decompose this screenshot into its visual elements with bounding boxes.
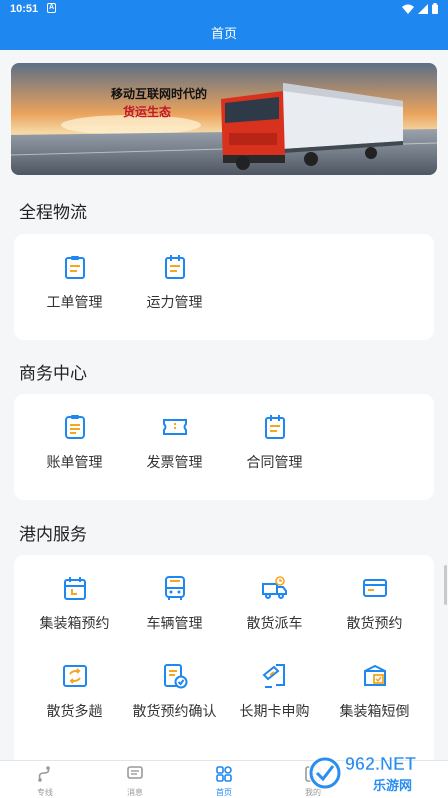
grid-item-work-order[interactable]: 工单管理 — [22, 254, 127, 324]
business-card: 账单管理 发票管理 合同管理 — [14, 394, 434, 500]
nav-item-messages[interactable]: 消息 — [90, 761, 180, 798]
status-time: 10:51 — [10, 3, 39, 15]
wifi-icon — [402, 4, 414, 14]
banner-headline: 移动互联网时代的 — [111, 87, 208, 101]
grid-item-bulk-booking-confirm[interactable]: 散货预约确认 — [122, 663, 227, 733]
grid-item-label: 集装箱预约 — [39, 615, 110, 631]
grid-item-label: 散货多趟 — [46, 703, 103, 719]
grid-home-icon — [216, 766, 232, 782]
app-header: 首页 — [0, 18, 448, 50]
nav-label: 专线 — [37, 788, 53, 797]
route-icon — [38, 766, 50, 782]
status-bar: 10:51 A — [0, 0, 448, 18]
grid-item-invoice[interactable]: 发票管理 — [122, 414, 227, 484]
grid-item-label: 长期卡申购 — [239, 703, 310, 719]
invoice-ticket-icon — [163, 419, 187, 435]
section-title-business: 商务中心 — [19, 364, 87, 383]
grid-item-label: 工单管理 — [46, 294, 103, 310]
truck-clock-icon — [262, 576, 287, 599]
grid-item-contract[interactable]: 合同管理 — [222, 414, 327, 484]
promo-banner[interactable]: 移动互联网时代的 货运生态 — [11, 63, 437, 175]
grid-item-capacity[interactable]: 运力管理 — [122, 254, 227, 324]
bill-icon — [65, 415, 85, 439]
notepad-icon — [165, 255, 185, 279]
logistics-card: 工单管理 运力管理 — [14, 234, 434, 340]
grid-item-bulk-booking[interactable]: 散货预约 — [322, 575, 427, 645]
nav-item-home[interactable]: 首页 — [179, 761, 269, 798]
port-services-card: 集装箱预约 车辆管理 散货派车 散货预约 散货多趟 散货预约确认 长期卡申购 集… — [14, 555, 434, 770]
clipboard-icon — [65, 256, 85, 279]
nav-label: 消息 — [127, 788, 143, 797]
grid-item-label: 车辆管理 — [146, 615, 203, 631]
battery-icon — [432, 3, 438, 14]
grid-item-label: 散货预约 — [346, 615, 403, 631]
grid-item-container-short-haul[interactable]: 集装箱短倒 — [322, 663, 427, 733]
grid-item-label: 发票管理 — [146, 454, 203, 470]
grid-item-long-term-card[interactable]: 长期卡申购 — [222, 663, 327, 733]
container-transfer-icon — [364, 664, 386, 686]
banner-subheadline: 货运生态 — [123, 105, 172, 119]
svg-text:962.NET: 962.NET — [345, 754, 416, 774]
watermark-logo: 962.NET 乐游网 — [308, 754, 416, 794]
grid-item-container-booking[interactable]: 集装箱预约 — [22, 575, 127, 645]
grid-item-label: 散货派车 — [246, 615, 303, 631]
grid-item-vehicle[interactable]: 车辆管理 — [122, 575, 227, 645]
calendar-icon — [64, 577, 86, 600]
grid-item-bill[interactable]: 账单管理 — [22, 414, 127, 484]
document-check-icon — [164, 664, 188, 689]
contract-icon — [265, 415, 285, 439]
grid-item-label: 散货预约确认 — [132, 703, 217, 719]
nav-item-routes[interactable]: 专线 — [0, 761, 90, 798]
nav-label: 首页 — [216, 788, 232, 797]
page-title: 首页 — [210, 26, 237, 41]
long-term-card-icon — [262, 664, 285, 688]
section-title-port: 港内服务 — [19, 525, 87, 544]
notification-icon: A — [47, 3, 56, 13]
scrollbar[interactable] — [444, 565, 447, 605]
message-icon — [127, 766, 143, 779]
status-icons — [402, 3, 438, 14]
svg-text:乐游网: 乐游网 — [373, 778, 412, 794]
grid-item-label: 合同管理 — [246, 454, 303, 470]
section-title-logistics: 全程物流 — [19, 203, 87, 222]
grid-item-bulk-multi-trip[interactable]: 散货多趟 — [22, 663, 127, 733]
grid-item-bulk-dispatch[interactable]: 散货派车 — [222, 575, 327, 645]
bus-icon — [165, 576, 185, 600]
grid-item-label: 账单管理 — [46, 454, 103, 470]
grid-item-label: 运力管理 — [146, 294, 203, 310]
grid-item-label: 集装箱短倒 — [339, 703, 410, 719]
card-icon — [363, 579, 387, 597]
signal-icon — [418, 3, 428, 14]
banner-image — [11, 63, 437, 175]
cycle-icon — [63, 665, 87, 687]
